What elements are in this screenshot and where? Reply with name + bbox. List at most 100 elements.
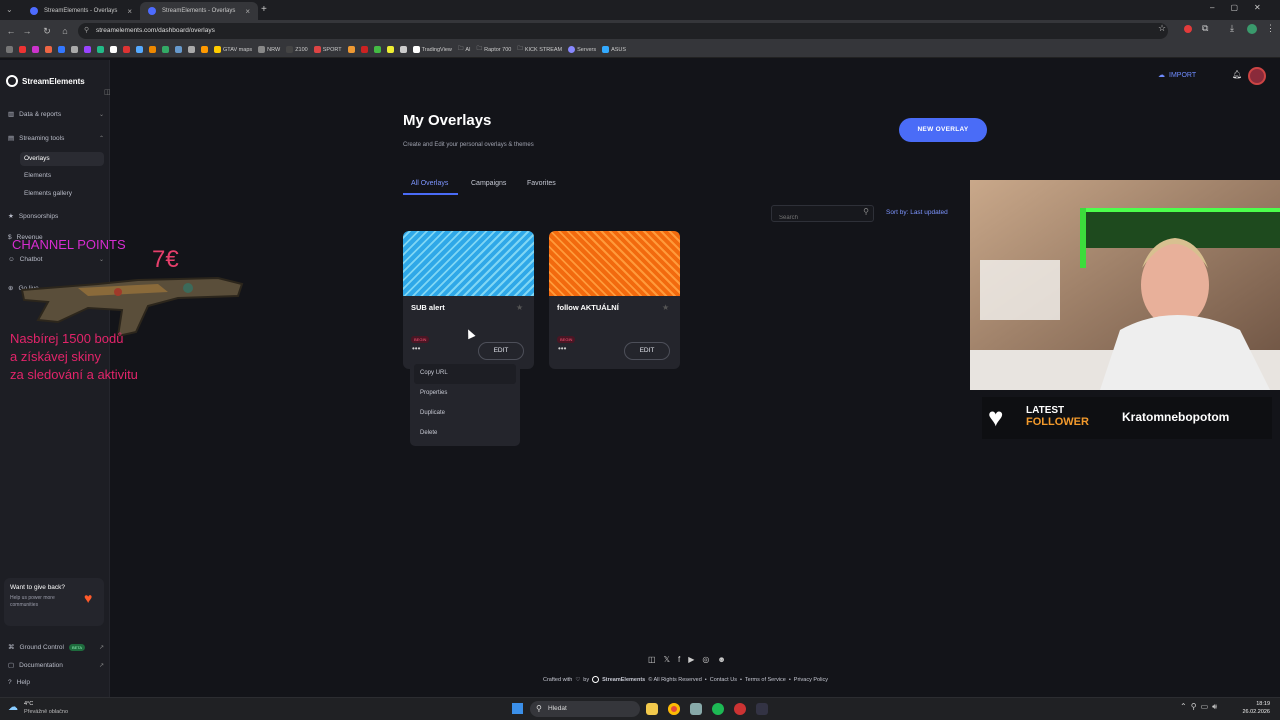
twitch-icon[interactable]: ◫ xyxy=(648,655,656,664)
file-explorer-icon[interactable] xyxy=(646,703,658,715)
weather-icon[interactable]: ☁ xyxy=(8,702,18,713)
clock-time[interactable]: 18:19 xyxy=(1238,701,1270,707)
tab-campaigns[interactable]: Campaigns xyxy=(471,180,506,187)
favorite-star-icon[interactable]: ★ xyxy=(516,303,523,312)
extension-icon[interactable] xyxy=(1184,25,1192,33)
browser-menu-icon[interactable]: ⋮ xyxy=(1266,23,1275,34)
facebook-icon[interactable]: f xyxy=(678,655,680,664)
close-tab-icon[interactable]: × xyxy=(245,7,250,16)
bookmark-asus[interactable]: ASUS xyxy=(602,46,626,53)
more-options-icon[interactable]: ••• xyxy=(412,344,420,353)
obs-icon[interactable] xyxy=(734,703,746,715)
home-icon[interactable]: ⌂ xyxy=(58,24,72,38)
bookmark-icon-11[interactable] xyxy=(149,46,156,53)
bookmark-icon-1[interactable] xyxy=(19,46,26,53)
bookmark-kick[interactable]: 🗀 KICK STREAM xyxy=(517,45,562,54)
menu-delete[interactable]: Delete xyxy=(414,424,516,444)
chrome-icon[interactable] xyxy=(668,703,680,715)
sidebar-item-data-reports[interactable]: ▥ Data & reports ⌄ xyxy=(8,110,104,119)
url-input[interactable]: ⚲ streamelements.com/dashboard/overlays xyxy=(78,23,1168,39)
bookmark-icon-2[interactable] xyxy=(32,46,39,53)
user-avatar[interactable] xyxy=(1248,67,1266,85)
sidebar-item-overlays[interactable]: Overlays xyxy=(20,152,104,166)
bookmark-icon-4[interactable] xyxy=(58,46,65,53)
terms-link[interactable]: Terms of Service xyxy=(745,677,786,683)
apps-icon[interactable] xyxy=(6,46,13,53)
bookmark-star-icon[interactable]: ☆ xyxy=(1158,23,1166,34)
menu-copy-url[interactable]: Copy URL xyxy=(414,364,516,384)
instagram-icon[interactable]: ◎ xyxy=(702,655,709,664)
browser-tab-2[interactable]: StreamElements - Overlays × xyxy=(140,2,258,20)
bell-icon[interactable]: 🔔︎ xyxy=(1232,70,1242,79)
bookmark-z100[interactable]: Z100 xyxy=(286,46,308,53)
app-icon[interactable] xyxy=(756,703,768,715)
bookmark-icon-10[interactable] xyxy=(136,46,143,53)
system-tray-icons[interactable]: ⌃⚲▭🔊︎ xyxy=(1180,702,1221,712)
site-info-icon[interactable]: ⚲ xyxy=(84,23,89,39)
close-tab-icon[interactable]: × xyxy=(127,7,132,16)
new-tab-icon[interactable]: + xyxy=(261,4,267,15)
bookmark-gtav[interactable]: GTAV maps xyxy=(214,46,252,53)
bookmark-icon-9[interactable] xyxy=(123,46,130,53)
sidebar-item-elements-gallery[interactable]: Elements gallery xyxy=(24,190,120,197)
extensions-icon[interactable]: ⧉ xyxy=(1202,23,1208,34)
profile-avatar[interactable] xyxy=(1247,24,1257,34)
sidebar-item-streaming-tools[interactable]: ▤ Streaming tools ⌃ xyxy=(8,134,104,143)
bookmark-ai[interactable]: 🗀 AI xyxy=(458,45,471,54)
youtube-icon[interactable]: ▶ xyxy=(688,655,694,664)
settings-icon[interactable] xyxy=(690,703,702,715)
spotify-icon[interactable] xyxy=(712,703,724,715)
edit-button[interactable]: EDIT xyxy=(624,342,670,360)
window-controls[interactable]: –▢✕ xyxy=(1210,3,1277,12)
search-input[interactable] xyxy=(772,210,852,226)
edit-button[interactable]: EDIT xyxy=(478,342,524,360)
bookmark-icon-20[interactable] xyxy=(399,46,407,53)
bookmark-icon-17[interactable] xyxy=(360,46,368,53)
menu-duplicate[interactable]: Duplicate xyxy=(414,404,516,424)
discord-icon[interactable]: ☻ xyxy=(717,655,725,664)
tab-list-icon[interactable]: ⌄ xyxy=(6,5,13,14)
taskbar-search[interactable]: ⚲ Hledat xyxy=(530,701,640,717)
bookmark-raptor[interactable]: 🗀 Raptor 700 xyxy=(477,45,512,54)
import-button[interactable]: ☁ IMPORT xyxy=(1158,71,1196,80)
favorite-star-icon[interactable]: ★ xyxy=(662,303,669,312)
bookmark-icon-13[interactable] xyxy=(175,46,182,53)
search-box[interactable]: ⚲ xyxy=(771,205,874,226)
contact-link[interactable]: Contact Us xyxy=(710,677,737,683)
overlay-thumbnail[interactable] xyxy=(403,231,534,296)
overlay-card-sub-alert[interactable]: SUB alert ★ BEGIN ••• EDIT xyxy=(403,231,534,369)
sidebar-item-help[interactable]: ? Help xyxy=(8,679,104,686)
menu-properties[interactable]: Properties xyxy=(414,384,516,404)
bookmark-icon-5[interactable] xyxy=(71,46,78,53)
sort-dropdown[interactable]: Sort by: Last updated xyxy=(886,209,948,216)
download-icon[interactable]: ⤓ xyxy=(1230,23,1234,34)
reload-icon[interactable]: ↻ xyxy=(40,24,54,38)
brand-logo[interactable]: StreamElements xyxy=(6,75,85,87)
privacy-link[interactable]: Privacy Policy xyxy=(794,677,828,683)
tab-favorites[interactable]: Favorites xyxy=(527,180,556,187)
bookmark-icon-3[interactable] xyxy=(45,46,52,53)
bookmark-icon-6[interactable] xyxy=(84,46,91,53)
bookmark-icon-8[interactable] xyxy=(110,46,117,53)
bookmark-icon-18[interactable] xyxy=(373,46,381,53)
new-overlay-button[interactable]: NEW OVERLAY xyxy=(899,118,987,142)
overlay-card-follow[interactable]: follow AKTUÁLNÍ ★ BEGIN ••• EDIT xyxy=(549,231,680,369)
bookmark-tradingview[interactable]: TradingView xyxy=(412,46,452,53)
sidebar-item-ground-control[interactable]: ⌘ Ground Control BETA ↗ xyxy=(8,643,104,651)
more-options-icon[interactable]: ••• xyxy=(558,344,566,353)
bookmark-sport[interactable]: SPORT xyxy=(313,46,342,53)
sidebar-item-elements[interactable]: Elements xyxy=(24,172,120,179)
bookmark-icon-16[interactable] xyxy=(347,46,355,53)
x-icon[interactable]: 𝕏 xyxy=(664,655,670,664)
back-icon[interactable]: ← xyxy=(4,24,18,38)
give-back-card[interactable]: Want to give back? Help us power more co… xyxy=(4,578,104,626)
browser-tab-1[interactable]: StreamElements - Overlays × xyxy=(22,2,140,20)
bookmark-icon-14[interactable] xyxy=(188,46,195,53)
sidebar-item-sponsorships[interactable]: ★ Sponsorships xyxy=(8,212,104,221)
bookmark-icon-12[interactable] xyxy=(162,46,169,53)
tab-all-overlays[interactable]: All Overlays xyxy=(411,180,448,187)
clock-date[interactable]: 26.02.2026 xyxy=(1238,709,1270,715)
bookmark-servers[interactable]: Servers xyxy=(568,46,596,53)
bookmark-icon-19[interactable] xyxy=(386,46,394,53)
overlay-thumbnail[interactable] xyxy=(549,231,680,296)
